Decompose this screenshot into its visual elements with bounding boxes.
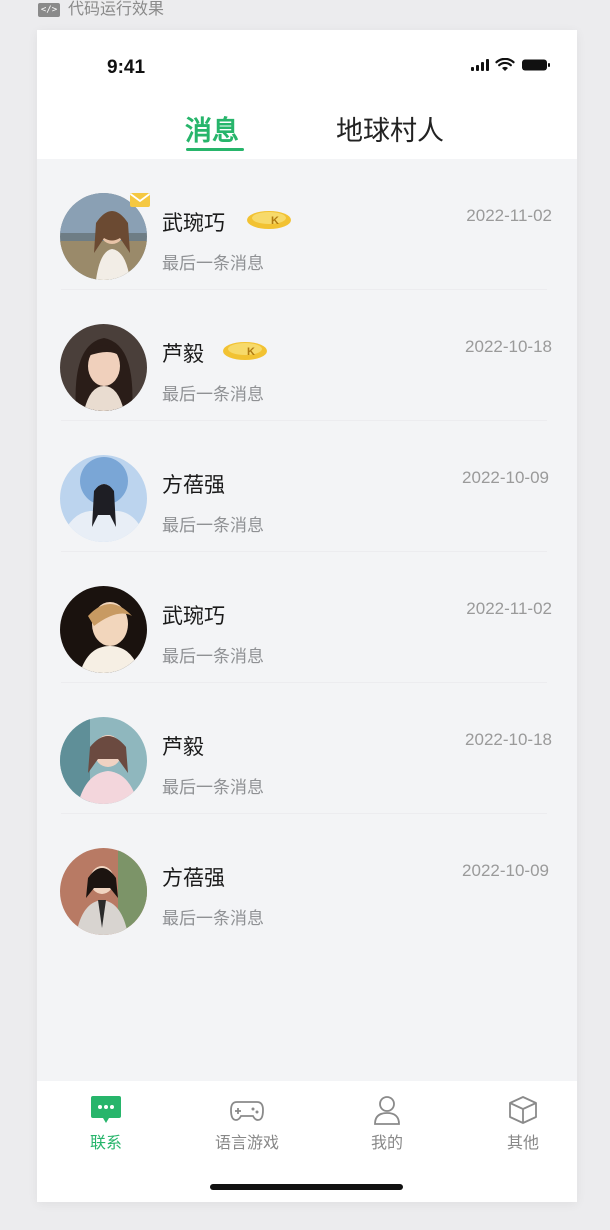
tabbar-label: 联系 xyxy=(89,1133,122,1152)
tabbar-label: 语言游戏 xyxy=(214,1133,279,1152)
code-icon: </> xyxy=(38,3,60,17)
conversation-list: 武琬巧 K 2022-11-02 最后一条消息 芦毅 K 2022-10-18 … xyxy=(37,159,577,945)
top-label-text: 代码运行效果 xyxy=(68,0,165,18)
vip-badge-icon: K xyxy=(221,338,269,368)
last-message: 最后一条消息 xyxy=(162,647,264,667)
envelope-icon xyxy=(129,192,151,212)
vip-badge-icon: K xyxy=(245,207,293,237)
code-run-result-label: </> 代码运行效果 xyxy=(38,0,164,20)
cube-icon xyxy=(473,1093,573,1127)
avatar xyxy=(60,586,147,673)
last-message: 最后一条消息 xyxy=(162,254,264,274)
last-message: 最后一条消息 xyxy=(162,778,264,798)
contact-name: 芦毅 xyxy=(162,342,204,366)
tabbar-item-contacts[interactable]: 联系 xyxy=(56,1093,156,1153)
conversation-item[interactable]: 武琬巧 K 2022-11-02 最后一条消息 xyxy=(37,159,577,290)
svg-text:K: K xyxy=(271,215,279,227)
tabbar-item-other[interactable]: 其他 xyxy=(473,1093,573,1153)
conversation-item[interactable]: 方蓓强 2022-10-09 最后一条消息 xyxy=(37,814,577,945)
status-icons xyxy=(471,58,551,72)
last-message: 最后一条消息 xyxy=(162,909,264,929)
tab-earth-villagers[interactable]: 地球村人 xyxy=(336,109,444,148)
message-date: 2022-11-02 xyxy=(466,206,552,225)
tabbar-item-language-game[interactable]: 语言游戏 xyxy=(197,1093,297,1153)
tabbar-label: 我的 xyxy=(370,1133,403,1152)
contact-name: 方蓓强 xyxy=(162,473,225,497)
conversation-item[interactable]: 武琬巧 2022-11-02 最后一条消息 xyxy=(37,552,577,683)
contact-name: 芦毅 xyxy=(162,735,204,759)
last-message: 最后一条消息 xyxy=(162,516,264,536)
conversation-item[interactable]: 芦毅 2022-10-18 最后一条消息 xyxy=(37,683,577,814)
avatar xyxy=(60,848,147,935)
conversation-item[interactable]: 方蓓强 2022-10-09 最后一条消息 xyxy=(37,421,577,552)
tabbar-label: 其他 xyxy=(506,1133,539,1152)
conversation-item[interactable]: 芦毅 K 2022-10-18 最后一条消息 xyxy=(37,290,577,421)
message-date: 2022-10-09 xyxy=(462,468,549,487)
contact-name: 方蓓强 xyxy=(162,866,225,890)
avatar xyxy=(60,455,147,542)
wifi-icon xyxy=(495,58,515,72)
header: 消息 地球村人 xyxy=(37,105,577,159)
gamepad-icon xyxy=(197,1093,297,1127)
status-time: 9:41 xyxy=(107,57,146,78)
signal-icon xyxy=(471,59,489,71)
chat-bubble-icon xyxy=(56,1093,156,1127)
avatar xyxy=(60,324,147,411)
last-message: 最后一条消息 xyxy=(162,385,264,405)
active-tab-indicator xyxy=(186,148,244,151)
svg-text:K: K xyxy=(247,346,255,358)
contact-name: 武琬巧 xyxy=(162,604,225,628)
contact-name: 武琬巧 xyxy=(162,211,225,235)
avatar xyxy=(60,717,147,804)
message-date: 2022-10-18 xyxy=(465,337,552,356)
person-icon xyxy=(337,1093,437,1127)
message-date: 2022-10-09 xyxy=(462,861,549,880)
tab-messages[interactable]: 消息 xyxy=(185,109,239,148)
status-bar: 9:41 xyxy=(37,30,577,105)
phone-screen: 9:41 消息 地球村人 武琬巧 K 2022-11-02 最后一条消息 芦毅 … xyxy=(37,30,577,1202)
home-indicator xyxy=(210,1184,403,1190)
message-date: 2022-10-18 xyxy=(465,730,552,749)
tabbar-item-mine[interactable]: 我的 xyxy=(337,1093,437,1153)
battery-icon xyxy=(521,58,551,72)
message-date: 2022-11-02 xyxy=(466,599,552,618)
